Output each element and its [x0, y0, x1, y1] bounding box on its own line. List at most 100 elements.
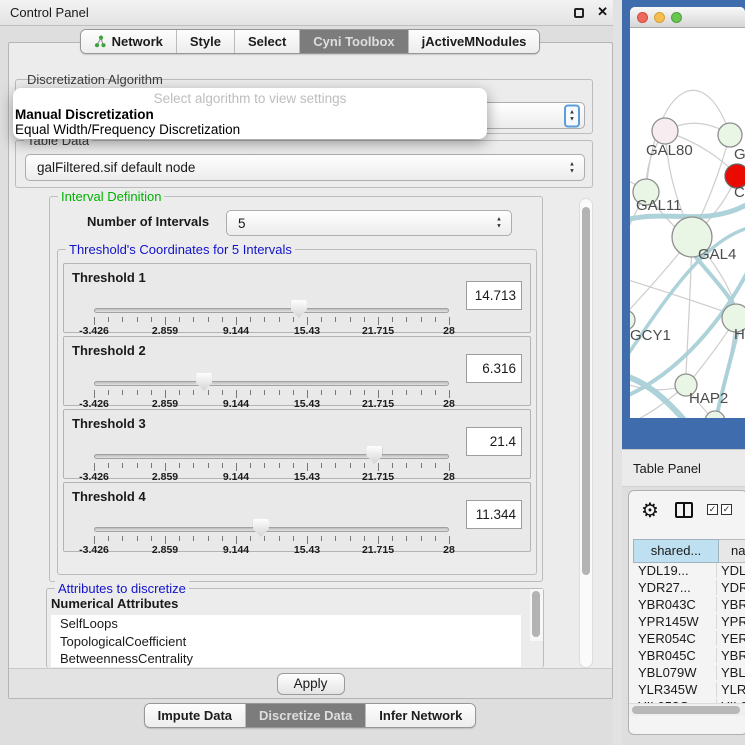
tick-mark	[321, 463, 322, 468]
numerical-attributes-list[interactable]: SelfLoopsTopologicalCoefficientBetweenne…	[51, 615, 521, 667]
control-panel-tabs: NetworkStyleSelect Cyni Toolbox jActiveMNo…	[0, 29, 620, 54]
cell-name: YPR1	[717, 614, 745, 629]
slider-track[interactable]	[94, 454, 449, 459]
dropdown-item-manual-discretization[interactable]: Manual Discretization	[13, 107, 487, 122]
checkbox-icon[interactable]: ✓	[721, 504, 732, 515]
tab-jactivemnodules[interactable]: jActiveMNodules	[408, 30, 540, 53]
table-row[interactable]: YBR043CYBR0	[633, 597, 745, 614]
tab-label: Cyni Toolbox	[313, 34, 394, 49]
dropdown-prompt: Select algorithm to view settings	[13, 90, 487, 107]
cell-name: YER0	[717, 631, 745, 646]
tick-mark	[350, 390, 351, 395]
slider-track[interactable]	[94, 308, 449, 313]
number-of-intervals-combo[interactable]: 5 ▲ ▼	[226, 210, 512, 236]
table-row[interactable]: YLR345WYLR3	[633, 682, 745, 699]
tick-mark	[307, 390, 308, 398]
columns-icon[interactable]	[675, 502, 693, 518]
table-row[interactable]: YDR27...YDR2	[633, 580, 745, 597]
tick-mark	[350, 536, 351, 541]
threshold-value-field[interactable]: 21.4	[466, 427, 522, 456]
table-row[interactable]: YBR045CYBR0	[633, 648, 745, 665]
table-rows: YDL19...YDL1YDR27...YDR2YBR043CYBR0YPR14…	[633, 563, 745, 703]
tick-mark	[378, 390, 379, 398]
tick-mark	[108, 536, 109, 541]
table-row[interactable]: YBL079WYBL0	[633, 665, 745, 682]
cell-shared-name: YBL079W	[633, 665, 717, 680]
tab-network[interactable]: Network	[81, 30, 176, 53]
threshold-value-field[interactable]: 14.713	[466, 281, 522, 310]
tick-mark	[321, 536, 322, 541]
tick-mark	[307, 536, 308, 544]
tick-mark	[307, 317, 308, 325]
attribute-item-topologicalcoefficient[interactable]: TopologicalCoefficient	[51, 633, 521, 651]
tick-mark	[435, 390, 436, 395]
dropdown-item-equal-width-frequency-discretization[interactable]: Equal Width/Frequency Discretization	[13, 122, 487, 137]
tick-mark	[137, 317, 138, 322]
slider-track[interactable]	[94, 381, 449, 386]
node-label: GA	[734, 146, 745, 163]
attributes-scrollbar-thumb[interactable]	[532, 591, 540, 637]
checkbox-icon[interactable]: ✓	[707, 504, 718, 515]
tick-mark	[321, 317, 322, 322]
slider-thumb[interactable]	[253, 519, 269, 537]
minimize-traffic-light[interactable]	[654, 12, 665, 23]
table-horizontal-scrollbar[interactable]	[629, 703, 745, 716]
threshold-label: Threshold 4	[72, 489, 146, 504]
tick-mark	[421, 390, 422, 395]
bottom-tab-discretize-data[interactable]: Discretize Data	[245, 704, 365, 727]
float-window-icon[interactable]	[574, 8, 584, 18]
slider-track[interactable]	[94, 527, 449, 532]
slider-thumb[interactable]	[366, 446, 382, 464]
tick-label: -3.426	[79, 544, 109, 556]
threshold-value-field[interactable]: 11.344	[466, 500, 522, 529]
cell-shared-name: YLR345W	[633, 682, 717, 697]
node-top-right[interactable]	[718, 123, 742, 147]
table-row[interactable]: YPR145WYPR1	[633, 614, 745, 631]
table-row[interactable]: YDL19...YDL1	[633, 563, 745, 580]
tick-mark	[165, 536, 166, 544]
settings-scrollbar-thumb[interactable]	[582, 207, 590, 575]
apply-button[interactable]: Apply	[277, 673, 345, 695]
combo-stepper-icon[interactable]: ▲ ▼	[496, 217, 502, 230]
tick-mark	[321, 390, 322, 395]
close-traffic-light[interactable]	[637, 12, 648, 23]
threshold-row: Threshold 3-3.4262.8599.14415.4321.71528…	[63, 409, 531, 479]
column-header-name[interactable]: na	[719, 539, 745, 563]
tick-mark	[279, 463, 280, 468]
combo-stepper-icon[interactable]: ▲ ▼	[564, 104, 580, 127]
combo-stepper-icon[interactable]: ▲ ▼	[569, 161, 575, 174]
close-icon[interactable]: ✕	[597, 4, 608, 20]
tab-style[interactable]: Style	[176, 30, 234, 53]
settings-scrollbar[interactable]	[579, 198, 593, 668]
desktop: { "window": { "title": "Control Panel" }…	[0, 0, 745, 745]
table-hscrollbar-thumb[interactable]	[632, 706, 740, 714]
node-gal80[interactable]	[652, 118, 678, 144]
network-window: GAL80 GA C GAL11 GAL4 GCY1 H HAP2	[630, 7, 745, 418]
tick-mark	[279, 536, 280, 541]
slider-thumb[interactable]	[291, 300, 307, 318]
node-label: C	[734, 184, 745, 201]
attributes-scrollbar[interactable]	[530, 589, 543, 641]
table-row[interactable]: YER054CYER0	[633, 631, 745, 648]
tick-mark	[108, 317, 109, 322]
tab-cyni-toolbox[interactable]: Cyni Toolbox	[299, 30, 407, 53]
bottom-tab-impute-data[interactable]: Impute Data	[145, 704, 245, 727]
panel-divider[interactable]	[613, 0, 622, 745]
tick-mark	[392, 390, 393, 395]
bottom-tab-infer-network[interactable]: Infer Network	[365, 704, 475, 727]
attribute-item-betweennesscentrality[interactable]: BetweennessCentrality	[51, 650, 521, 667]
slider-thumb[interactable]	[196, 373, 212, 391]
tick-mark	[435, 536, 436, 541]
gear-icon[interactable]: ⚙	[641, 498, 659, 523]
attribute-item-selfloops[interactable]: SelfLoops	[51, 615, 521, 633]
table-data-combo[interactable]: galFiltered.sif default node ▲ ▼	[25, 154, 585, 181]
network-canvas[interactable]: GAL80 GA C GAL11 GAL4 GCY1 H HAP2	[630, 28, 745, 418]
threshold-value-field[interactable]: 6.316	[466, 354, 522, 383]
tick-mark	[250, 536, 251, 541]
node-bottom[interactable]	[705, 411, 725, 418]
column-header-shared-name[interactable]: shared...	[633, 539, 719, 563]
tick-mark	[108, 390, 109, 395]
tick-mark	[165, 463, 166, 471]
zoom-traffic-light[interactable]	[671, 12, 682, 23]
tab-select[interactable]: Select	[234, 30, 299, 53]
